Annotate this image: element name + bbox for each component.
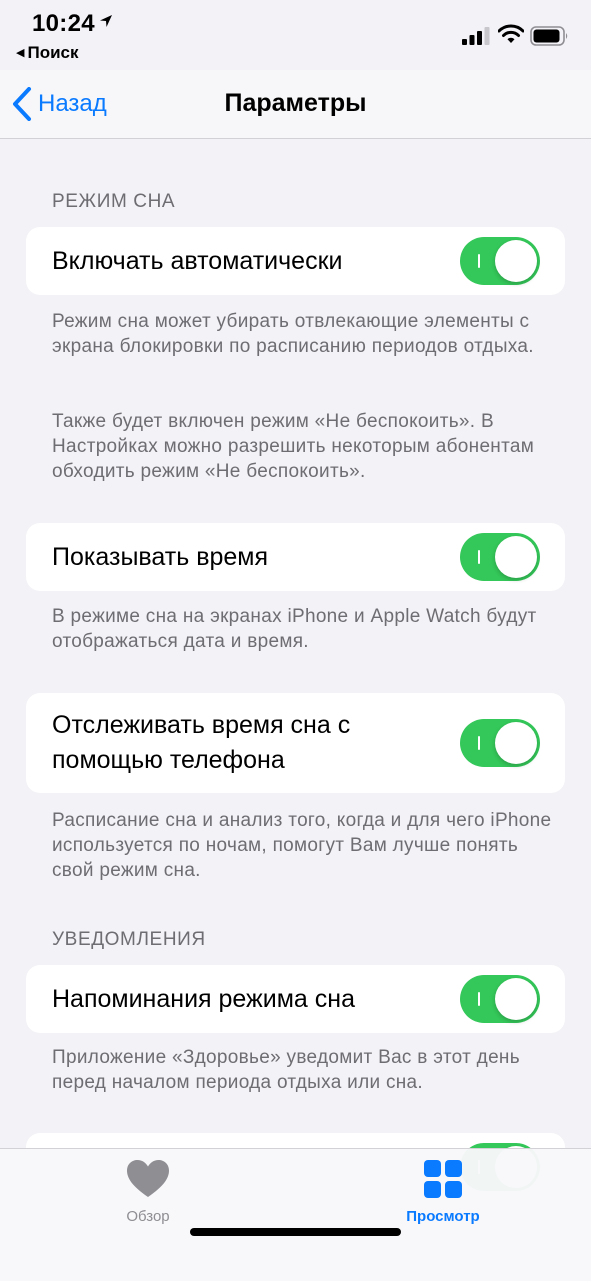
setting-row-auto-enable: Включать автоматически — [26, 227, 565, 295]
setting-label: Показывать время — [52, 543, 269, 571]
status-time: 10:24 — [32, 10, 95, 37]
tab-browse[interactable]: Просмотр — [373, 1159, 513, 1225]
setting-row-track-sleep: Отслеживать время сна с помощью телефона — [26, 693, 565, 793]
toggle-knob — [495, 240, 537, 282]
toggle-on-indicator — [478, 550, 480, 564]
setting-label: Отслеживать время сна с помощью телефона — [52, 711, 351, 774]
section-header-sleep-mode: РЕЖИМ СНА — [52, 191, 176, 212]
location-arrow-icon — [100, 15, 112, 27]
footnote-auto-enable: Режим сна может убирать отвлекающие элем… — [52, 311, 534, 357]
status-bar: 10:24 ◀ Поиск — [0, 0, 591, 70]
toggle-knob — [495, 722, 537, 764]
toggle-on-indicator — [478, 254, 480, 268]
cellular-signal-icon — [462, 27, 490, 45]
setting-row-show-time: Показывать время — [26, 523, 565, 591]
home-indicator — [190, 1228, 401, 1236]
wifi-icon — [498, 24, 524, 43]
page-title: Параметры — [224, 89, 367, 117]
auto-enable-toggle[interactable] — [460, 237, 540, 285]
battery-icon — [530, 26, 568, 46]
tab-label: Обзор — [126, 1208, 170, 1225]
footnote-track-sleep: Расписание сна и анализ того, когда и дл… — [52, 810, 552, 881]
back-to-app-link[interactable]: ◀ Поиск — [16, 43, 79, 63]
setting-row-sleep-reminders: Напоминания режима сна — [26, 965, 565, 1033]
back-triangle-icon: ◀ — [16, 47, 25, 59]
back-app-label: Поиск — [27, 43, 79, 62]
tab-bar: Обзор Просмотр — [0, 1148, 591, 1281]
sleep-reminders-toggle[interactable] — [460, 975, 540, 1023]
heart-icon — [127, 1160, 169, 1197]
grid-icon — [424, 1160, 462, 1198]
show-time-toggle[interactable] — [460, 533, 540, 581]
setting-label: Включать автоматически — [52, 247, 343, 275]
tab-label: Просмотр — [406, 1208, 480, 1225]
toggle-knob — [495, 978, 537, 1020]
footnote-do-not-disturb: Также будет включен режим «Не беспокоить… — [52, 411, 535, 482]
tab-summary[interactable]: Обзор — [78, 1159, 218, 1225]
toggle-knob — [495, 536, 537, 578]
navigation-bar: Назад Параметры — [0, 70, 591, 139]
section-header-notifications: УВЕДОМЛЕНИЯ — [52, 929, 206, 950]
footnote-show-time: В режиме сна на экранах iPhone и Apple W… — [52, 606, 537, 652]
toggle-on-indicator — [478, 992, 480, 1006]
toggle-on-indicator — [478, 736, 480, 750]
footnote-sleep-reminders: Приложение «Здоровье» уведомит Вас в это… — [52, 1047, 520, 1093]
setting-label: Напоминания режима сна — [52, 985, 355, 1013]
track-sleep-toggle[interactable] — [460, 719, 540, 767]
